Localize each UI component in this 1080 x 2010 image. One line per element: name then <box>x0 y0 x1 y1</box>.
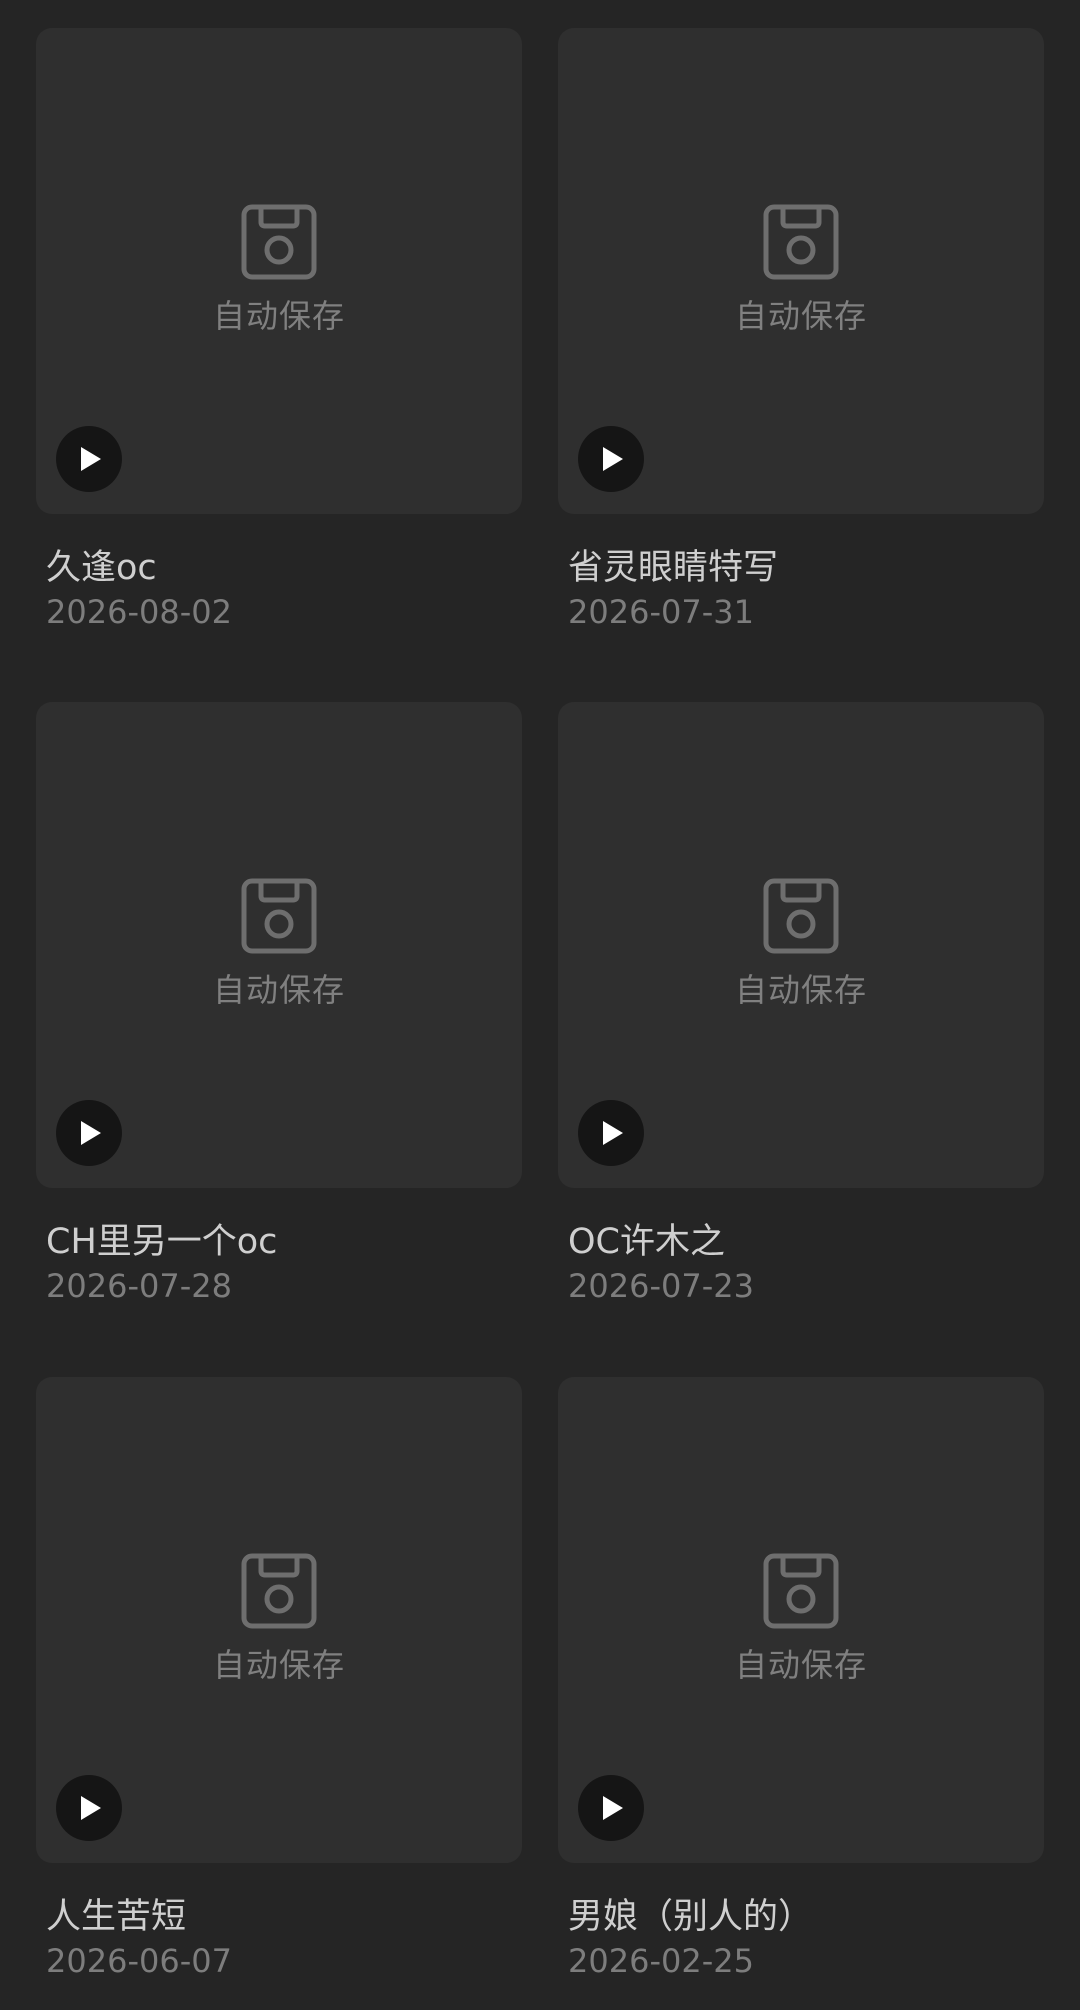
play-button[interactable] <box>578 426 644 492</box>
project-meta[interactable]: CH里另一个oc 2026-07-28 <box>36 1220 522 1306</box>
project-date: 2026-06-07 <box>46 1942 232 1980</box>
project-date: 2026-02-25 <box>568 1942 754 1980</box>
project-title: OC许木之 <box>568 1222 725 1262</box>
project-title: 男娘（别人的） <box>568 1897 814 1937</box>
autosave-placeholder: 自动保存 <box>36 1551 522 1685</box>
project-date: 2026-07-28 <box>46 1267 232 1305</box>
play-icon <box>603 447 623 471</box>
autosave-label: 自动保存 <box>212 971 345 1009</box>
project-meta[interactable]: 人生苦短 2026-06-07 <box>36 1895 522 1981</box>
project-card-thumbnail[interactable]: 自动保存 <box>36 702 522 1188</box>
floppy-disk-icon <box>763 1553 839 1629</box>
project-meta[interactable]: 省灵眼睛特写 2026-07-31 <box>558 546 1044 632</box>
play-icon <box>603 1796 623 1820</box>
autosave-label: 自动保存 <box>734 971 867 1009</box>
floppy-disk-icon <box>241 878 317 954</box>
project-meta[interactable]: 男娘（别人的） 2026-02-25 <box>558 1895 1044 1981</box>
project-card-thumbnail[interactable]: 自动保存 <box>36 1377 522 1863</box>
autosave-label: 自动保存 <box>212 297 345 335</box>
floppy-disk-icon <box>763 878 839 954</box>
floppy-disk-icon <box>241 1553 317 1629</box>
play-icon <box>81 1796 101 1820</box>
project-title: 人生苦短 <box>46 1897 187 1937</box>
play-icon <box>81 447 101 471</box>
project-card-thumbnail[interactable]: 自动保存 <box>558 1377 1044 1863</box>
project-date: 2026-07-31 <box>568 593 754 631</box>
floppy-disk-icon <box>763 204 839 280</box>
project-title: CH里另一个oc <box>46 1222 278 1262</box>
project-card-thumbnail[interactable]: 自动保存 <box>36 28 522 514</box>
project-grid: 自动保存 久逢oc 2026-08-02 自动保存 省灵眼睛特写 2026-07… <box>0 0 1080 2010</box>
play-icon <box>81 1121 101 1145</box>
project-meta[interactable]: OC许木之 2026-07-23 <box>558 1220 1044 1306</box>
autosave-label: 自动保存 <box>734 297 867 335</box>
project-date: 2026-07-23 <box>568 1267 754 1305</box>
autosave-label: 自动保存 <box>734 1646 867 1684</box>
autosave-placeholder: 自动保存 <box>36 876 522 1010</box>
project-title: 省灵眼睛特写 <box>568 548 779 588</box>
play-button[interactable] <box>578 1775 644 1841</box>
project-card-thumbnail[interactable]: 自动保存 <box>558 28 1044 514</box>
project-meta[interactable]: 久逢oc 2026-08-02 <box>36 546 522 632</box>
autosave-placeholder: 自动保存 <box>558 202 1044 336</box>
play-button[interactable] <box>56 426 122 492</box>
project-card-thumbnail[interactable]: 自动保存 <box>558 702 1044 1188</box>
play-button[interactable] <box>578 1100 644 1166</box>
play-button[interactable] <box>56 1100 122 1166</box>
autosave-placeholder: 自动保存 <box>36 202 522 336</box>
autosave-placeholder: 自动保存 <box>558 1551 1044 1685</box>
play-icon <box>603 1121 623 1145</box>
autosave-placeholder: 自动保存 <box>558 876 1044 1010</box>
project-date: 2026-08-02 <box>46 593 232 631</box>
play-button[interactable] <box>56 1775 122 1841</box>
autosave-label: 自动保存 <box>212 1646 345 1684</box>
project-title: 久逢oc <box>46 548 157 588</box>
floppy-disk-icon <box>241 204 317 280</box>
